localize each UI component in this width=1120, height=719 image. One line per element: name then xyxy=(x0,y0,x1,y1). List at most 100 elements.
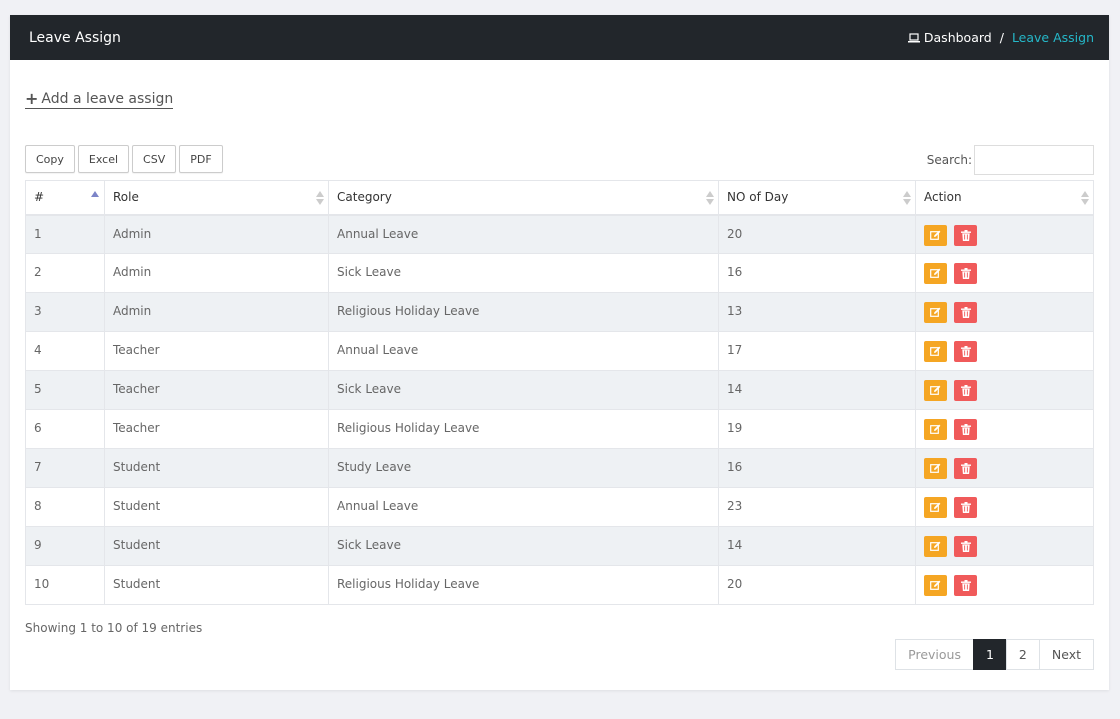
edit-button[interactable] xyxy=(924,575,947,596)
row-actions xyxy=(924,302,1085,323)
column-header-role[interactable]: Role xyxy=(104,180,329,216)
cell-actions xyxy=(915,214,1094,254)
cell-role: Student xyxy=(104,565,329,605)
sort-icon xyxy=(1081,191,1089,206)
csv-button[interactable]: CSV xyxy=(132,145,177,173)
edit-button[interactable] xyxy=(924,497,947,518)
cell-category: Sick Leave xyxy=(328,526,719,566)
cell-category: Religious Holiday Leave xyxy=(328,409,719,449)
column-header-days[interactable]: NO of Day xyxy=(718,180,916,216)
panel-header: Leave Assign Dashboard / Leave Assign xyxy=(10,15,1109,60)
cell-days: 14 xyxy=(718,526,916,566)
search-input[interactable] xyxy=(974,145,1094,175)
edit-button[interactable] xyxy=(924,458,947,479)
trash-icon xyxy=(960,502,971,513)
cell-number: 2 xyxy=(25,253,105,293)
table-row: 4 Teacher Annual Leave 17 xyxy=(25,331,1094,371)
table-row: 5 Teacher Sick Leave 14 xyxy=(25,370,1094,410)
table-row: 8 Student Annual Leave 23 xyxy=(25,487,1094,527)
cell-actions xyxy=(915,292,1094,332)
breadcrumb-dashboard[interactable]: Dashboard xyxy=(907,30,992,45)
cell-number: 4 xyxy=(25,331,105,371)
cell-category: Annual Leave xyxy=(328,214,719,254)
sort-icon xyxy=(706,191,714,206)
excel-button[interactable]: Excel xyxy=(77,145,130,173)
table-row: 10 Student Religious Holiday Leave 20 xyxy=(25,565,1094,605)
delete-button[interactable] xyxy=(954,419,977,440)
delete-button[interactable] xyxy=(954,341,977,362)
trash-icon xyxy=(960,268,971,279)
row-actions xyxy=(924,419,1085,440)
edit-button[interactable] xyxy=(924,302,947,323)
cell-actions xyxy=(915,370,1094,410)
cell-role: Student xyxy=(104,448,329,488)
table-row: 6 Teacher Religious Holiday Leave 19 xyxy=(25,409,1094,449)
copy-button[interactable]: Copy xyxy=(25,145,75,173)
cell-category: Sick Leave xyxy=(328,370,719,410)
cell-number: 5 xyxy=(25,370,105,410)
cell-days: 16 xyxy=(718,253,916,293)
cell-days: 17 xyxy=(718,331,916,371)
cell-role: Student xyxy=(104,487,329,527)
add-leave-assign-label: Add a leave assign xyxy=(41,91,174,107)
cell-category: Religious Holiday Leave xyxy=(328,292,719,332)
edit-button[interactable] xyxy=(924,224,947,246)
cell-days: 23 xyxy=(718,487,916,527)
table-row: 1 Admin Annual Leave 20 xyxy=(25,214,1094,254)
edit-icon xyxy=(930,463,941,473)
delete-button[interactable] xyxy=(954,263,977,284)
trash-icon xyxy=(960,385,971,396)
edit-button[interactable] xyxy=(924,380,947,401)
trash-icon xyxy=(960,541,971,552)
add-leave-assign-link[interactable]: + Add a leave assign xyxy=(25,91,174,109)
cell-days: 20 xyxy=(718,565,916,605)
cell-role: Student xyxy=(104,526,329,566)
breadcrumb-current: Leave Assign xyxy=(1011,30,1094,45)
column-header-category[interactable]: Category xyxy=(328,180,719,216)
table-header-row: # Role Category NO of Day Action xyxy=(25,180,1094,216)
edit-button[interactable] xyxy=(924,536,947,557)
row-actions xyxy=(924,458,1085,479)
edit-icon xyxy=(930,424,941,434)
cell-category: Study Leave xyxy=(328,448,719,488)
cell-actions xyxy=(915,565,1094,605)
page-1-button[interactable]: 1 xyxy=(972,639,1007,670)
column-header-number[interactable]: # xyxy=(25,180,105,216)
cell-days: 14 xyxy=(718,370,916,410)
edit-button[interactable] xyxy=(924,263,947,284)
edit-button[interactable] xyxy=(924,341,947,362)
row-actions xyxy=(924,575,1085,596)
delete-button[interactable] xyxy=(954,224,977,246)
row-actions xyxy=(924,536,1085,557)
cell-actions xyxy=(915,526,1094,566)
trash-icon xyxy=(960,307,971,318)
row-actions xyxy=(924,497,1085,518)
delete-button[interactable] xyxy=(954,302,977,323)
pagination: Previous 1 2 Next xyxy=(895,639,1094,670)
previous-page-button[interactable]: Previous xyxy=(895,639,974,670)
next-page-button[interactable]: Next xyxy=(1038,639,1094,670)
page-2-button[interactable]: 2 xyxy=(1005,639,1040,670)
delete-button[interactable] xyxy=(954,497,977,518)
sort-icon xyxy=(903,191,911,206)
edit-icon xyxy=(930,307,941,317)
edit-button[interactable] xyxy=(924,419,947,440)
delete-button[interactable] xyxy=(954,536,977,557)
row-actions xyxy=(924,224,1085,246)
cell-actions xyxy=(915,253,1094,293)
pdf-button[interactable]: PDF xyxy=(179,145,223,173)
breadcrumb-dashboard-label: Dashboard xyxy=(923,30,992,45)
sort-icon xyxy=(316,191,324,206)
cell-number: 9 xyxy=(25,526,105,566)
delete-button[interactable] xyxy=(954,575,977,596)
leave-assign-panel: Leave Assign Dashboard / Leave Assign + … xyxy=(10,15,1109,690)
delete-button[interactable] xyxy=(954,458,977,479)
cell-role: Admin xyxy=(104,253,329,293)
cell-category: Religious Holiday Leave xyxy=(328,565,719,605)
delete-button[interactable] xyxy=(954,380,977,401)
cell-days: 20 xyxy=(718,214,916,254)
column-header-action[interactable]: Action xyxy=(915,180,1094,216)
table-row: 3 Admin Religious Holiday Leave 13 xyxy=(25,292,1094,332)
trash-icon xyxy=(960,463,971,474)
cell-role: Admin xyxy=(104,214,329,254)
